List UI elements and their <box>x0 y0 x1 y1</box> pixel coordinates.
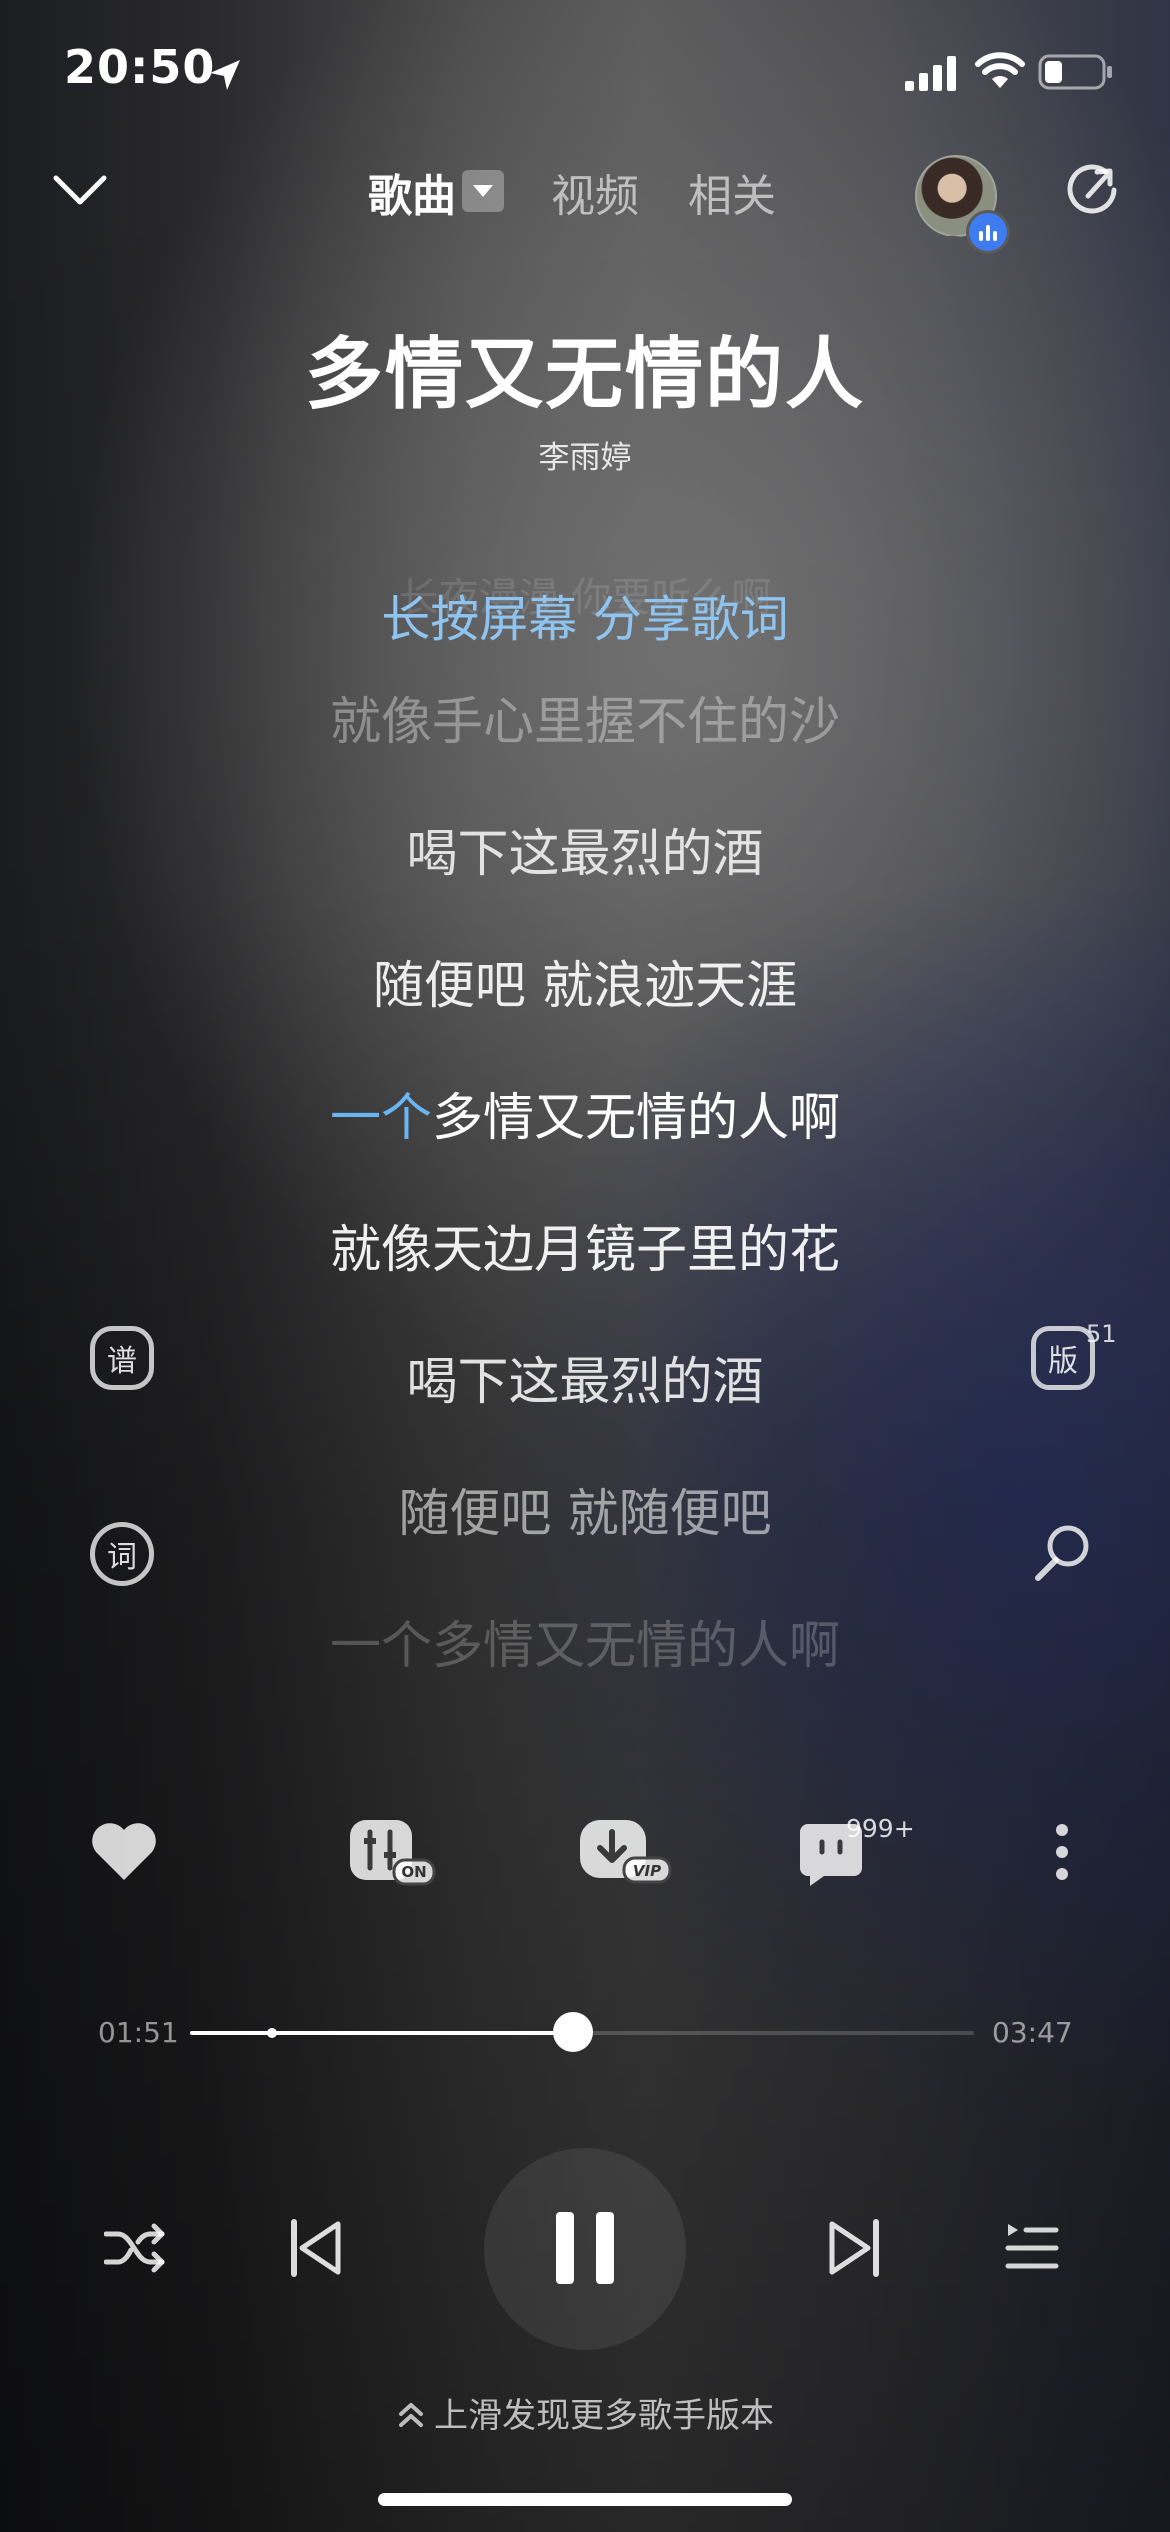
share-icon[interactable] <box>1064 162 1120 218</box>
pause-button[interactable] <box>484 2148 686 2350</box>
more-options-icon[interactable] <box>1050 1822 1074 1882</box>
pause-icon-bar <box>556 2212 574 2284</box>
total-duration: 03:47 <box>992 2016 1073 2049</box>
status-time: 20:50 <box>64 40 216 94</box>
home-indicator <box>378 2493 792 2506</box>
battery-icon <box>1038 54 1112 90</box>
lyric-line: 随便吧 就浪迹天涯 <box>372 957 798 1016</box>
swipe-up-hint[interactable]: 上滑发现更多歌手版本 <box>0 2388 1170 2437</box>
sing-microphone-icon[interactable] <box>1030 1522 1094 1586</box>
swipe-up-hint-text: 上滑发现更多歌手版本 <box>434 2396 774 2436</box>
lyric-line: 喝下这最烈的酒 <box>406 825 764 884</box>
lyric-line: 随便吧 就随便吧 <box>398 1485 772 1544</box>
wifi-icon <box>975 52 1025 88</box>
tab-related[interactable]: 相关 <box>688 160 776 224</box>
lyric-line: 一个多情又无情的人啊 <box>329 1617 840 1676</box>
lyric-tools-label: 词 <box>107 1540 137 1575</box>
lyric-line: 就像天边月镜子里的花 <box>329 1221 840 1280</box>
progress-fill <box>190 2031 573 2035</box>
cellular-signal-icon <box>905 56 956 91</box>
progress-knob[interactable] <box>552 2012 593 2052</box>
buffer-marker <box>266 2028 277 2038</box>
sheet-music-button[interactable]: 谱 <box>90 1326 154 1390</box>
location-arrow-icon <box>210 60 240 90</box>
next-track-icon[interactable] <box>826 2218 882 2278</box>
song-title: 多情又无情的人 <box>304 330 865 420</box>
elapsed-time: 01:51 <box>98 2016 179 2049</box>
lyric-sung-part: 一个 <box>329 1089 432 1148</box>
sound-effects-badge: ON <box>401 1863 426 1881</box>
song-dropdown-icon[interactable] <box>462 170 504 212</box>
previous-track-icon[interactable] <box>288 2218 344 2278</box>
tab-song[interactable]: 歌曲 <box>368 160 456 224</box>
playlist-icon[interactable] <box>1004 2222 1060 2274</box>
download-vip-badge: VIP <box>633 1862 661 1880</box>
listening-badge-icon <box>966 210 1010 254</box>
tab-video[interactable]: 视频 <box>551 160 639 224</box>
like-heart-icon[interactable] <box>90 1822 158 1882</box>
sound-effects-icon[interactable]: ON <box>350 1820 436 1886</box>
lyric-line-current: 一个多情又无情的人啊 <box>0 1076 1170 1150</box>
hint-action: 分享歌词 <box>592 591 789 648</box>
lyric-tools-button[interactable]: 词 <box>90 1522 154 1586</box>
versions-label: 版 <box>1048 1344 1078 1379</box>
comment-count: 999+ <box>846 1814 915 1843</box>
shuffle-icon[interactable] <box>104 2222 166 2274</box>
collapse-chevron-icon[interactable] <box>52 172 108 208</box>
double-chevron-up-icon <box>399 2403 423 2427</box>
lyric-line: 喝下这最烈的酒 <box>406 1353 764 1412</box>
versions-count: 51 <box>1086 1320 1117 1348</box>
pause-icon-bar <box>596 2212 614 2284</box>
download-icon[interactable]: VIP <box>580 1820 672 1886</box>
lyric-line: 就像手心里握不住的沙 <box>329 693 840 752</box>
sheet-music-label: 谱 <box>107 1344 137 1379</box>
share-lyrics-hint: 长按屏幕 分享歌词 <box>0 580 1170 651</box>
hint-prefix: 长按屏幕 <box>381 591 593 648</box>
lyric-unsung-part: 多情又无情的人啊 <box>432 1089 841 1148</box>
artist-name[interactable]: 李雨婷 <box>0 432 1170 477</box>
